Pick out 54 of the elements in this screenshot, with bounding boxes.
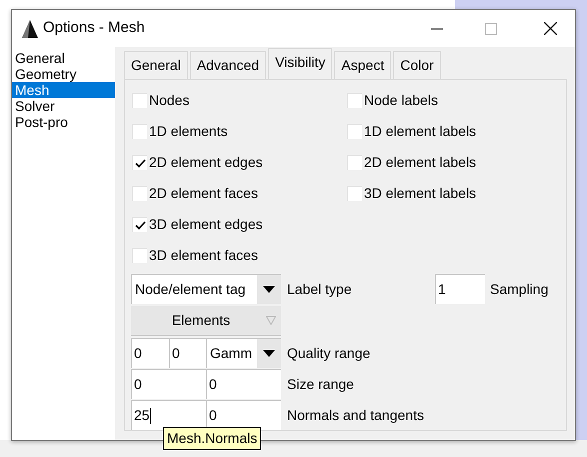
checkbox-label: 1D element labels [364,122,476,141]
tangents-field[interactable]: 0 [206,400,281,430]
field-label: Sampling [490,280,548,299]
dropdown-outline-icon [266,316,276,325]
sidebar-item[interactable]: Geometry [12,66,115,82]
checkbox-label: 3D element labels [364,184,476,203]
checkmark-icon [134,158,146,168]
checkbox[interactable] [347,124,362,139]
sidebar-item[interactable]: Post-pro [12,114,115,130]
tooltip: Mesh.Normals [163,427,262,450]
dropdown-arrow-icon [263,286,275,293]
tab[interactable]: Visibility [268,48,332,79]
quality-max-field[interactable]: 0 [169,338,206,368]
field-label: Size range [287,374,354,394]
checkbox[interactable] [132,217,147,232]
label-type-dropdown[interactable]: Node/element tag [131,274,281,304]
checkbox[interactable] [347,155,362,170]
checkbox[interactable] [132,93,147,108]
checkbox[interactable] [132,155,147,170]
checkbox-label: 2D element edges [149,153,263,172]
checkbox-label: Nodes [149,91,190,110]
sidebar-item[interactable]: Mesh [12,82,115,98]
checkbox-label: 2D element faces [149,184,258,203]
checkbox-label: 1D elements [149,122,228,141]
sampling-field[interactable]: 1 [435,274,485,304]
maximize-icon[interactable] [485,22,497,34]
quality-min-field[interactable]: 0 [131,338,169,368]
normals-field[interactable]: 25 [131,400,206,430]
checkbox[interactable] [132,124,147,139]
tab[interactable]: Advanced [190,51,266,79]
checkbox[interactable] [347,186,362,201]
checkbox-label: 2D element labels [364,153,476,172]
checkbox[interactable] [132,248,147,263]
size-min-field[interactable]: 0 [131,369,206,399]
quality-measure-dropdown[interactable]: Gamm [206,338,281,368]
elements-button[interactable]: Elements [131,306,281,336]
tab[interactable]: Aspect [334,51,392,79]
checkmark-icon [134,220,146,230]
checkbox-label: 3D element faces [149,246,258,265]
size-max-field[interactable]: 0 [206,369,281,399]
checkbox[interactable] [132,186,147,201]
tab[interactable]: Color [393,51,441,79]
sidebar-item[interactable]: Solver [12,98,115,114]
field-label: Quality range [287,344,370,363]
sidebar-item[interactable]: General [12,50,115,66]
dropdown-arrow-icon [263,350,275,357]
tab[interactable]: General [124,51,188,79]
field-label: Normals and tangents [287,406,424,425]
close-icon[interactable] [544,22,557,35]
field-label: Label type [287,280,353,299]
window-title: Options - Mesh [43,18,145,38]
checkbox-label: Node labels [364,91,438,110]
checkbox[interactable] [347,93,362,108]
checkbox-label: 3D element edges [149,215,263,234]
